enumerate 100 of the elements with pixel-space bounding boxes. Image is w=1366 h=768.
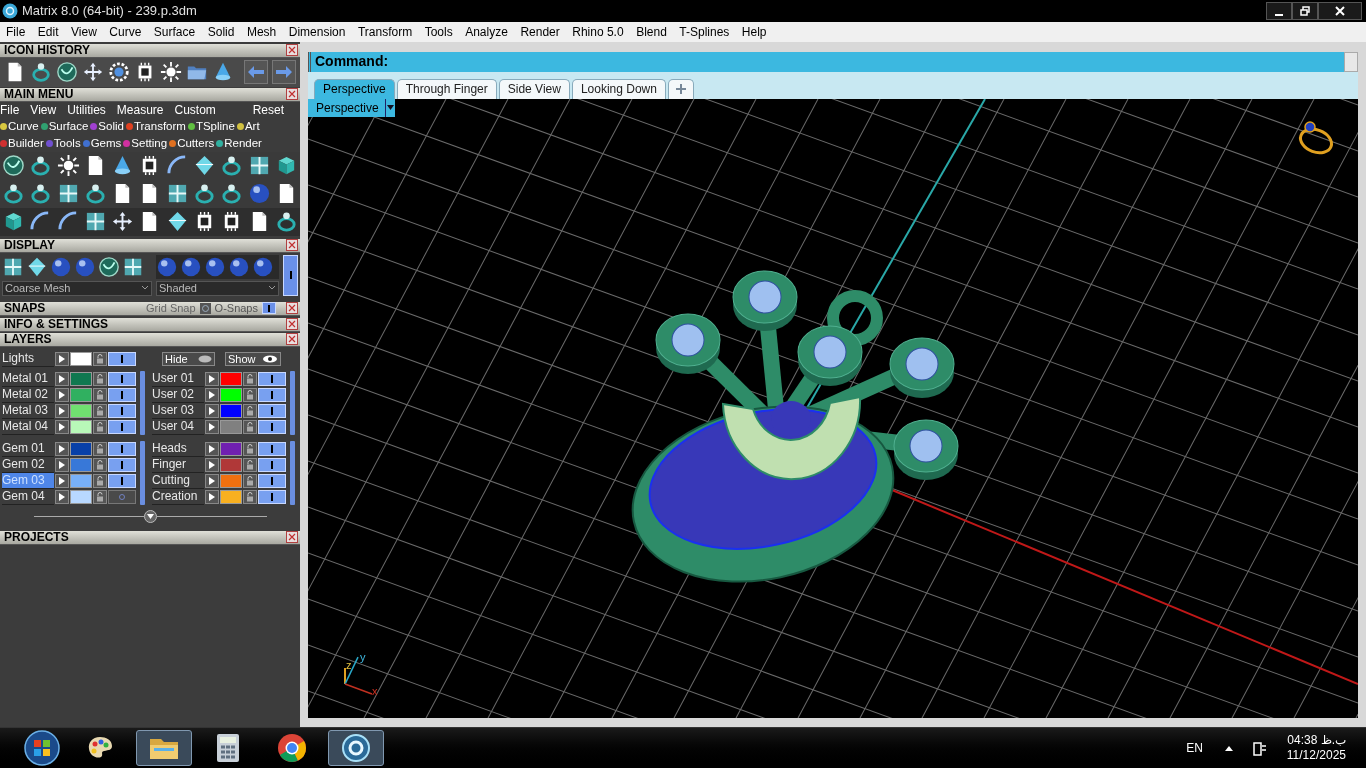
ring-icon[interactable]: [274, 210, 298, 234]
menu-item[interactable]: View: [71, 22, 97, 41]
lock-button[interactable]: [93, 473, 107, 488]
color-swatch[interactable]: [70, 403, 92, 418]
layer-menu-button[interactable]: [55, 473, 69, 488]
ring-icon[interactable]: [83, 182, 107, 206]
language-indicator[interactable]: EN: [1186, 739, 1203, 757]
layer-menu-button[interactable]: [55, 403, 69, 418]
scroll-bar[interactable]: [140, 370, 145, 435]
lock-button[interactable]: [93, 371, 107, 386]
category-item[interactable]: Curve: [8, 117, 39, 136]
color-swatch[interactable]: [220, 473, 242, 488]
shading-dropdown[interactable]: Shaded: [155, 280, 280, 296]
viewport[interactable]: Perspective z y x: [308, 98, 1358, 718]
ring-icon[interactable]: [220, 182, 244, 206]
color-swatch[interactable]: [220, 403, 242, 418]
gear-icon[interactable]: [108, 61, 130, 84]
category-item[interactable]: Art: [244, 117, 260, 136]
scroll-bar[interactable]: [1344, 51, 1358, 72]
scroll-bar[interactable]: [290, 440, 295, 505]
snap-toggle[interactable]: [262, 302, 276, 315]
caret-up-icon[interactable]: [1224, 745, 1233, 751]
lock-button[interactable]: [243, 473, 257, 488]
color-swatch[interactable]: [70, 419, 92, 434]
layer-name[interactable]: Gem 02: [2, 456, 54, 473]
view-tab[interactable]: Looking Down: [571, 78, 666, 99]
sphere-icon[interactable]: [203, 255, 226, 278]
layer-menu-button[interactable]: [205, 403, 219, 418]
scroll-bar[interactable]: [140, 440, 145, 505]
lock-button[interactable]: [243, 403, 257, 418]
view-tab[interactable]: Through Finger: [396, 78, 497, 99]
lock-button[interactable]: [243, 457, 257, 472]
sphere-icon[interactable]: [74, 255, 96, 278]
sphere-icon[interactable]: [155, 255, 178, 278]
globe-icon[interactable]: [98, 255, 120, 278]
lock-button[interactable]: [93, 403, 107, 418]
hide-button[interactable]: Hide: [162, 351, 215, 366]
layer-name[interactable]: Gem 04: [2, 488, 54, 505]
layer-menu-button[interactable]: [205, 419, 219, 434]
ring-icon[interactable]: [193, 182, 217, 206]
layer-name[interactable]: Metal 02: [2, 386, 54, 403]
layer-menu-button[interactable]: [55, 489, 69, 504]
lock-button[interactable]: [243, 489, 257, 504]
layer-name[interactable]: User 04: [152, 418, 204, 435]
layer-name[interactable]: Metal 03: [2, 402, 54, 419]
category-item[interactable]: Transform: [133, 117, 186, 136]
layer-menu-button[interactable]: [55, 351, 69, 366]
color-swatch[interactable]: [70, 351, 92, 366]
layer-name[interactable]: Lights: [2, 350, 54, 367]
layer-name[interactable]: Heads: [152, 440, 204, 457]
layer-menu-button[interactable]: [55, 387, 69, 402]
menu-item[interactable]: Transform: [357, 22, 413, 41]
command-bar[interactable]: Command:: [308, 51, 1344, 72]
color-swatch[interactable]: [220, 371, 242, 386]
layer-menu-button[interactable]: [205, 473, 219, 488]
menu-item[interactable]: Dimension: [288, 22, 346, 41]
clock-date[interactable]: 11/12/2025: [1286, 748, 1346, 763]
mesh-dropdown[interactable]: Coarse Mesh: [2, 280, 152, 296]
color-swatch[interactable]: [70, 473, 92, 488]
layer-name[interactable]: Metal 01: [2, 370, 54, 387]
toggle-switch[interactable]: [108, 489, 136, 504]
ring-icon[interactable]: [2, 182, 25, 206]
category-item[interactable]: Gems: [90, 134, 122, 153]
layer-name[interactable]: Gem 01: [2, 440, 54, 457]
menu-item[interactable]: Solid: [207, 22, 235, 41]
taskbar-app-button[interactable]: [328, 730, 384, 766]
sphere-icon[interactable]: [179, 255, 202, 278]
restore-button[interactable]: [1292, 2, 1318, 20]
layer-menu-button[interactable]: [205, 441, 219, 456]
globe-icon[interactable]: [2, 154, 25, 178]
menu-item[interactable]: Tools: [424, 22, 453, 41]
show-button[interactable]: Show: [225, 351, 281, 366]
menu-item[interactable]: T-Splines: [679, 22, 730, 41]
expand-button[interactable]: [143, 510, 157, 524]
minimize-button[interactable]: [1266, 2, 1292, 20]
lock-button[interactable]: [93, 489, 107, 504]
layer-menu-button[interactable]: [205, 387, 219, 402]
color-swatch[interactable]: [70, 489, 92, 504]
category-item[interactable]: Builder: [8, 134, 44, 153]
category-item[interactable]: Render: [224, 134, 262, 153]
sphere-icon[interactable]: [251, 255, 274, 278]
menu-item[interactable]: Curve: [109, 22, 142, 41]
color-swatch[interactable]: [220, 441, 242, 456]
layer-menu-button[interactable]: [205, 489, 219, 504]
category-item[interactable]: Surface: [48, 117, 89, 136]
view-tab[interactable]: Side View: [498, 78, 570, 99]
lock-button[interactable]: [243, 419, 257, 434]
sphere-icon[interactable]: [227, 255, 250, 278]
sun-icon[interactable]: [56, 154, 80, 178]
category-item[interactable]: Setting: [131, 134, 168, 153]
lock-button[interactable]: [243, 441, 257, 456]
layer-menu-button[interactable]: [55, 371, 69, 386]
sphere-icon[interactable]: [50, 255, 72, 278]
ring-icon[interactable]: [220, 154, 244, 178]
menu-item[interactable]: Custom: [174, 100, 216, 119]
circle-icon[interactable]: [199, 302, 211, 314]
lock-button[interactable]: [93, 351, 107, 366]
lock-button[interactable]: [93, 457, 107, 472]
lock-button[interactable]: [93, 441, 107, 456]
add-tab-button[interactable]: [667, 78, 694, 99]
